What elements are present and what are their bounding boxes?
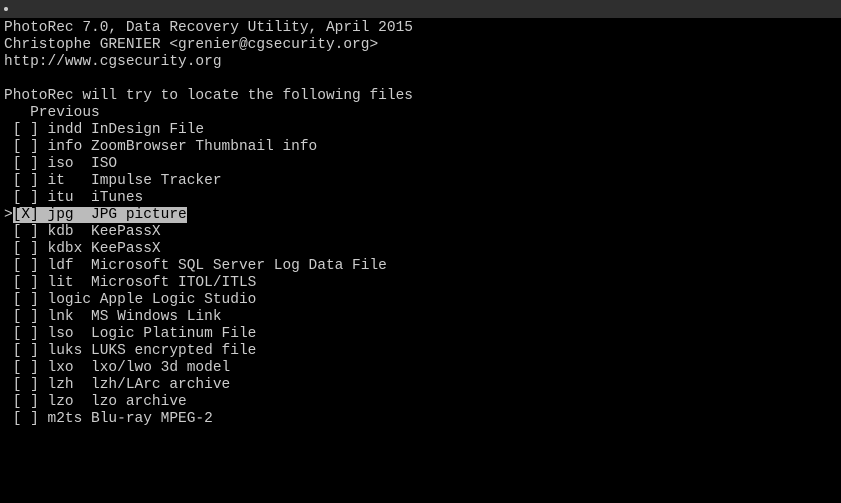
file-type-row[interactable]: [ ] lso Logic Platinum File [4, 326, 837, 343]
selected-file-type: [X] jpg JPG picture [13, 207, 187, 223]
file-type-row[interactable]: [ ] indd InDesign File [4, 122, 837, 139]
terminal-output: PhotoRec 7.0, Data Recovery Utility, Apr… [0, 18, 841, 430]
prompt-line: PhotoRec will try to locate the followin… [4, 88, 837, 105]
blank-line [4, 71, 837, 88]
file-type-row[interactable]: [ ] iso ISO [4, 156, 837, 173]
file-type-row[interactable]: [ ] logic Apple Logic Studio [4, 292, 837, 309]
header-line1: PhotoRec 7.0, Data Recovery Utility, Apr… [4, 20, 837, 37]
file-type-row[interactable]: [ ] lzh lzh/LArc archive [4, 377, 837, 394]
file-type-row[interactable]: [ ] lzo lzo archive [4, 394, 837, 411]
header-line2: Christophe GRENIER <grenier@cgsecurity.o… [4, 37, 837, 54]
file-type-row[interactable]: [ ] itu iTunes [4, 190, 837, 207]
titlebar-dot-icon [4, 7, 8, 11]
file-type-row[interactable]: [ ] luks LUKS encrypted file [4, 343, 837, 360]
file-type-row[interactable]: [ ] lit Microsoft ITOL/ITLS [4, 275, 837, 292]
file-type-row[interactable]: [ ] lxo lxo/lwo 3d model [4, 360, 837, 377]
file-type-row[interactable]: [ ] m2ts Blu-ray MPEG-2 [4, 411, 837, 428]
header-line3: http://www.cgsecurity.org [4, 54, 837, 71]
file-type-row[interactable]: [ ] info ZoomBrowser Thumbnail info [4, 139, 837, 156]
window-titlebar [0, 0, 841, 18]
file-type-row[interactable]: [ ] lnk MS Windows Link [4, 309, 837, 326]
previous-menu-item[interactable]: Previous [4, 105, 837, 122]
file-type-row[interactable]: >[X] jpg JPG picture [4, 207, 837, 224]
file-type-row[interactable]: [ ] ldf Microsoft SQL Server Log Data Fi… [4, 258, 837, 275]
file-type-row[interactable]: [ ] kdb KeePassX [4, 224, 837, 241]
cursor-icon: > [4, 207, 13, 223]
file-type-row[interactable]: [ ] kdbx KeePassX [4, 241, 837, 258]
file-type-row[interactable]: [ ] it Impulse Tracker [4, 173, 837, 190]
